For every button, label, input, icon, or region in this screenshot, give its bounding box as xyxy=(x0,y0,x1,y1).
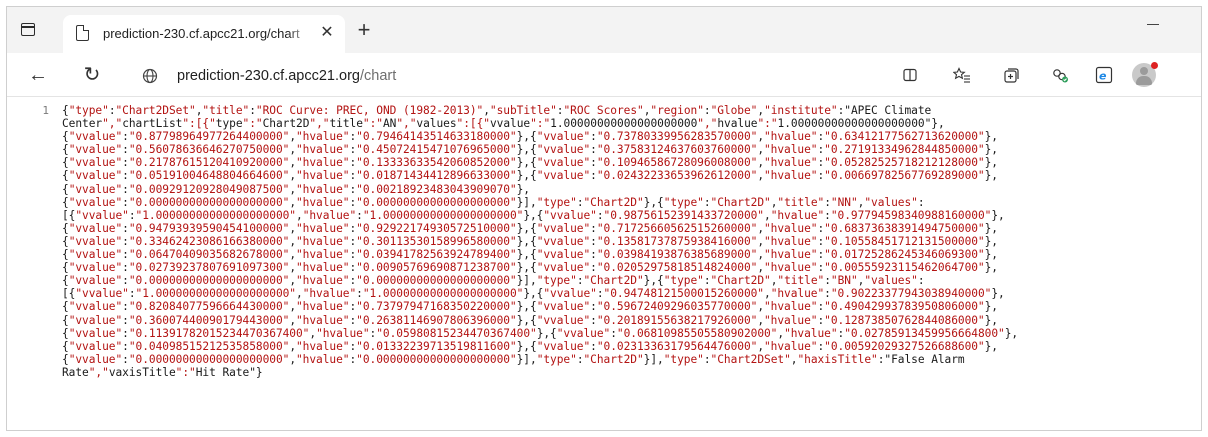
address-bar[interactable]: prediction-230.cf.apcc21.org/chart xyxy=(177,68,396,84)
json-line: {"vvalue":"0.00000000000000000000","hval… xyxy=(62,195,925,209)
json-line: [{"vvalue":"1.00000000000000000000","hva… xyxy=(62,287,1005,301)
favorites-icon[interactable] xyxy=(950,63,974,87)
json-line: {"type":"Chart2DSet","title":"ROC Curve:… xyxy=(62,104,932,117)
line-number: 1 xyxy=(42,104,49,117)
browser-window: prediction-230.cf.apcc21.org/chart ✕ + ←… xyxy=(6,6,1202,431)
json-line: {"vvalue":"0.11391782015234470367400","h… xyxy=(62,326,1019,340)
globe-icon[interactable] xyxy=(137,63,163,89)
tab-actions-icon[interactable] xyxy=(19,21,37,39)
json-line: {"vvalue":"0.56078636646270750000","hval… xyxy=(62,143,998,157)
minimize-button[interactable] xyxy=(1139,15,1169,35)
json-line: {"vvalue":"0.04098515212535858000","hval… xyxy=(62,339,998,353)
json-line: {"vvalue":"0.06470409035682678000","hval… xyxy=(62,248,998,262)
url-host: prediction-230.cf.apcc21.org xyxy=(177,68,360,84)
reload-button[interactable]: ↻ xyxy=(79,63,105,89)
json-text: {"type":"Chart2DSet","title":"ROC Curve:… xyxy=(62,104,1192,379)
json-line: {"vvalue":"0.00000000000000000000","hval… xyxy=(62,274,925,288)
new-tab-icon[interactable]: + xyxy=(352,19,376,43)
json-line: {"vvalue":"0.00929120928049087500","hval… xyxy=(62,182,530,196)
json-viewer: 1 {"type":"Chart2DSet","title":"ROC Curv… xyxy=(7,98,1201,430)
extensions-icon[interactable] xyxy=(1048,63,1072,87)
svg-text:e: e xyxy=(1099,70,1107,83)
json-line: {"vvalue":"0.87798964977264400000","hval… xyxy=(62,130,998,144)
url-path: /chart xyxy=(359,68,397,84)
json-line: {"vvalue":"0.02739237807691097300","hval… xyxy=(62,261,998,275)
json-line: {"vvalue":"0.82084077596664430000","hval… xyxy=(62,300,998,314)
tab-close-icon[interactable]: ✕ xyxy=(317,23,337,43)
profile-avatar-icon[interactable] xyxy=(1132,62,1158,87)
tab-title: prediction-230.cf.apcc21.org/chart xyxy=(103,26,300,41)
collections-icon[interactable] xyxy=(999,63,1023,87)
json-line: {"vvalue":"0.36007440090179443000","hval… xyxy=(62,313,998,327)
page-icon xyxy=(76,25,89,41)
json-line: {"vvalue":"0.05191004648804664600","hval… xyxy=(62,169,998,183)
ie-mode-icon[interactable]: e xyxy=(1092,63,1116,87)
json-line: {"vvalue":"0.94793939590454100000","hval… xyxy=(62,221,998,235)
toolbar: ← ↻ prediction-230.cf.apcc21.org/chart e xyxy=(7,53,1201,97)
active-tab[interactable]: prediction-230.cf.apcc21.org/chart ✕ xyxy=(63,15,345,53)
json-line: {"vvalue":"0.21787615120410920000","hval… xyxy=(62,156,998,170)
json-line: [{"vvalue":"1.00000000000000000000","hva… xyxy=(62,208,1005,222)
json-line: Rate","vaxisTitle":"Hit Rate"} xyxy=(62,365,263,379)
split-screen-icon[interactable] xyxy=(898,63,922,87)
json-line: {"vvalue":"0.00000000000000000000","hval… xyxy=(62,352,965,366)
tab-bar: prediction-230.cf.apcc21.org/chart ✕ + xyxy=(7,7,1201,53)
json-line: {"vvalue":"0.33462423086166380000","hval… xyxy=(62,234,998,248)
back-button[interactable]: ← xyxy=(25,63,51,89)
json-line: Center","chartList":[{"type":"Chart2D","… xyxy=(62,117,945,131)
